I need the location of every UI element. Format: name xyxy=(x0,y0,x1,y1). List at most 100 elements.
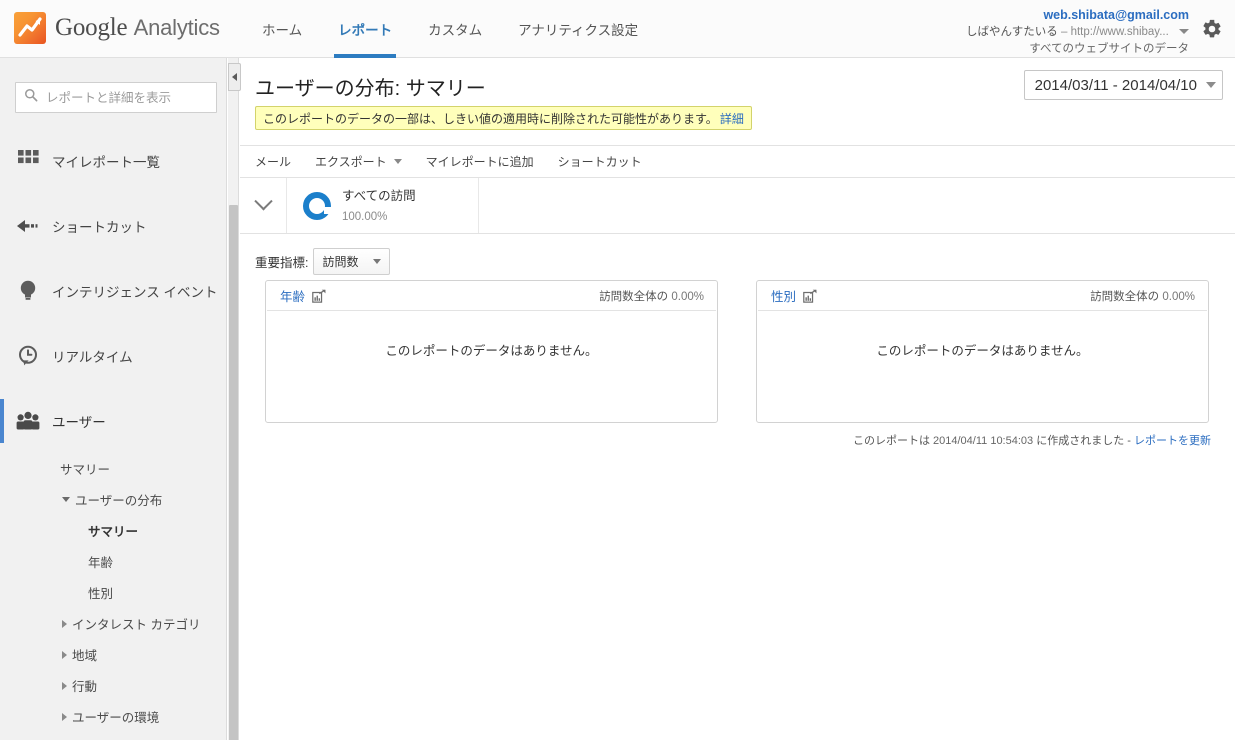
submenu-item-label: 行動 xyxy=(72,680,98,694)
chevron-right-icon[interactable] xyxy=(62,619,67,628)
key-metric-select[interactable]: 訪問数 xyxy=(313,248,390,275)
sidebar-nav: マイレポート一覧 ショートカット インテリジェンス イベント リアルタイム ユー… xyxy=(0,128,226,740)
card-header: 性別 訪問数全体の 0.00% xyxy=(758,281,1207,311)
threshold-warning-banner: このレポートのデータの一部は、しきい値の適用時に削除された可能性があります。 詳… xyxy=(255,106,752,130)
chevron-right-icon[interactable] xyxy=(62,681,67,690)
sidebar-scrollbar[interactable] xyxy=(228,58,239,740)
submenu-item-overview[interactable]: サマリー xyxy=(0,453,226,484)
footer-suffix: に作成されました - xyxy=(1036,435,1131,447)
submenu-item-label: インタレスト カテゴリ xyxy=(72,618,201,632)
account-view: すべてのウェブサイトのデータ xyxy=(1029,42,1189,55)
sidebar-item-realtime[interactable]: リアルタイム xyxy=(0,323,226,388)
audience-submenu: サマリー ユーザーの分布 サマリー 年齢 性別 インタレスト カテゴリ 地域 行… xyxy=(0,453,226,740)
account-email[interactable]: web.shibata@gmail.com xyxy=(966,6,1189,24)
clock-icon xyxy=(14,342,42,370)
segment-donut-icon xyxy=(303,191,331,220)
segment-percent: 100.00% xyxy=(342,210,388,223)
open-report-icon[interactable] xyxy=(312,289,326,303)
card-summary-value: 0.00% xyxy=(671,290,704,303)
export-button[interactable]: エクスポート xyxy=(315,153,402,170)
dashboard-grid-icon xyxy=(14,147,42,175)
segment-expand-button[interactable] xyxy=(240,178,287,233)
card-summary-age: 訪問数全体の 0.00% xyxy=(599,288,704,304)
submenu-item-age[interactable]: 年齢 xyxy=(0,546,226,577)
nav-custom[interactable]: カスタム xyxy=(410,0,500,58)
card-title-age[interactable]: 年齢 xyxy=(280,286,305,305)
submenu-item-demographics[interactable]: ユーザーの分布 xyxy=(0,484,226,515)
sidebar-item-label: インテリジェンス イベント xyxy=(52,284,218,300)
account-url: – http://www.shibay... xyxy=(1060,26,1169,39)
logo[interactable]: Google Analytics xyxy=(14,12,220,44)
submenu-item-mobile[interactable]: モバイル xyxy=(0,732,226,740)
nav-reports[interactable]: レポート xyxy=(320,0,410,58)
submenu-item-gender[interactable]: 性別 xyxy=(0,577,226,608)
nav-home[interactable]: ホーム xyxy=(244,0,320,58)
submenu-item-geo[interactable]: 地域 xyxy=(0,639,226,670)
submenu-item-label: ユーザーの分布 xyxy=(75,494,163,508)
chevron-down-icon xyxy=(1206,82,1216,88)
submenu-item-label: 地域 xyxy=(72,649,98,663)
search-icon xyxy=(24,88,38,107)
open-report-icon[interactable] xyxy=(803,289,817,303)
chevron-down-icon[interactable] xyxy=(1179,29,1189,35)
submenu-item-demographics-overview[interactable]: サマリー xyxy=(0,515,226,546)
chevron-down-icon xyxy=(253,192,273,211)
analytics-logo-icon xyxy=(14,12,46,44)
logo-text: Google Analytics xyxy=(55,14,220,42)
footer-prefix: このレポートは xyxy=(852,435,930,447)
sidebar-item-shortcuts[interactable]: ショートカット xyxy=(0,193,226,258)
card-header: 年齢 訪問数全体の 0.00% xyxy=(267,281,716,311)
email-button[interactable]: メール xyxy=(255,153,291,170)
sidebar-item-intelligence-events[interactable]: インテリジェンス イベント xyxy=(0,258,226,323)
warning-details-link[interactable]: 詳細 xyxy=(720,110,744,127)
segment-all-visits[interactable]: すべての訪問 100.00% xyxy=(287,178,479,233)
page-title: ユーザーの分布: サマリー xyxy=(255,78,486,100)
google-analytics-app: Google Analytics ホーム レポート カスタム アナリティクス設定… xyxy=(0,0,1235,740)
chevron-right-icon[interactable] xyxy=(62,650,67,659)
segment-bar: すべての訪問 100.00% xyxy=(240,178,1235,234)
shortcut-button[interactable]: ショートカット xyxy=(558,153,642,170)
empty-state-message: このレポートのデータはありません。 xyxy=(876,344,1089,358)
submenu-item-behavior[interactable]: 行動 xyxy=(0,670,226,701)
empty-state-message: このレポートのデータはありません。 xyxy=(385,344,598,358)
sidebar-item-label: マイレポート一覧 xyxy=(52,154,160,170)
card-summary-value: 0.00% xyxy=(1162,290,1195,303)
submenu-item-technology[interactable]: ユーザーの環境 xyxy=(0,701,226,732)
refresh-report-link[interactable]: レポートを更新 xyxy=(1134,435,1211,447)
footer-timestamp: 2014/04/11 10:54:03 xyxy=(933,435,1034,447)
account-selector[interactable]: web.shibata@gmail.com しばやんすたいる – http://… xyxy=(966,6,1189,57)
sidebar-scrollbar-thumb[interactable] xyxy=(229,205,238,740)
search-input[interactable] xyxy=(44,89,204,106)
sidebar-item-audience[interactable]: ユーザー xyxy=(0,388,226,453)
add-to-dashboard-button[interactable]: マイレポートに追加 xyxy=(426,153,534,170)
gear-icon[interactable] xyxy=(1201,18,1223,40)
report-toolbar: メール エクスポート マイレポートに追加 ショートカット xyxy=(240,145,1235,178)
card-summary-gender: 訪問数全体の 0.00% xyxy=(1090,288,1195,304)
date-range-picker[interactable]: 2014/03/11 - 2014/04/10 xyxy=(1023,70,1223,100)
app-header: Google Analytics ホーム レポート カスタム アナリティクス設定… xyxy=(0,0,1235,58)
shortcut-arrow-icon xyxy=(14,212,42,240)
sidebar-item-label: リアルタイム xyxy=(52,349,133,365)
nav-admin[interactable]: アナリティクス設定 xyxy=(500,0,656,58)
card-body: このレポートのデータはありません。 xyxy=(757,311,1208,421)
sidebar-item-dashboards[interactable]: マイレポート一覧 xyxy=(0,128,226,193)
logo-analytics: Analytics xyxy=(133,15,220,40)
search-box[interactable] xyxy=(15,82,217,113)
key-metric-label: 重要指標: xyxy=(255,256,309,270)
card-title-gender[interactable]: 性別 xyxy=(771,286,796,305)
account-property: しばやんすたいる xyxy=(966,26,1058,39)
report-generated-footer: このレポートは 2014/04/11 10:54:03 に作成されました - レ… xyxy=(853,432,1211,448)
segment-name: すべての訪問 xyxy=(342,188,416,203)
card-gender: 性別 訪問数全体の 0.00% このレポートのデータはありません。 xyxy=(756,280,1209,423)
chevron-right-icon[interactable] xyxy=(62,712,67,721)
submenu-item-interests[interactable]: インタレスト カテゴリ xyxy=(0,608,226,639)
chevron-down-icon xyxy=(372,259,381,264)
main-nav: ホーム レポート カスタム アナリティクス設定 xyxy=(244,0,656,58)
sidebar-collapse-button[interactable] xyxy=(228,63,241,91)
chevron-down-icon[interactable] xyxy=(62,497,70,502)
key-metric-value: 訪問数 xyxy=(322,255,359,269)
account-property-row[interactable]: しばやんすたいる – http://www.shibay... xyxy=(966,24,1189,41)
key-metric-row: 重要指標: 訪問数 xyxy=(255,248,390,275)
card-age: 年齢 訪問数全体の 0.00% このレポートのデータはありません。 xyxy=(265,280,718,423)
content-area: ユーザーの分布: サマリー 2014/03/11 - 2014/04/10 この… xyxy=(240,58,1235,740)
